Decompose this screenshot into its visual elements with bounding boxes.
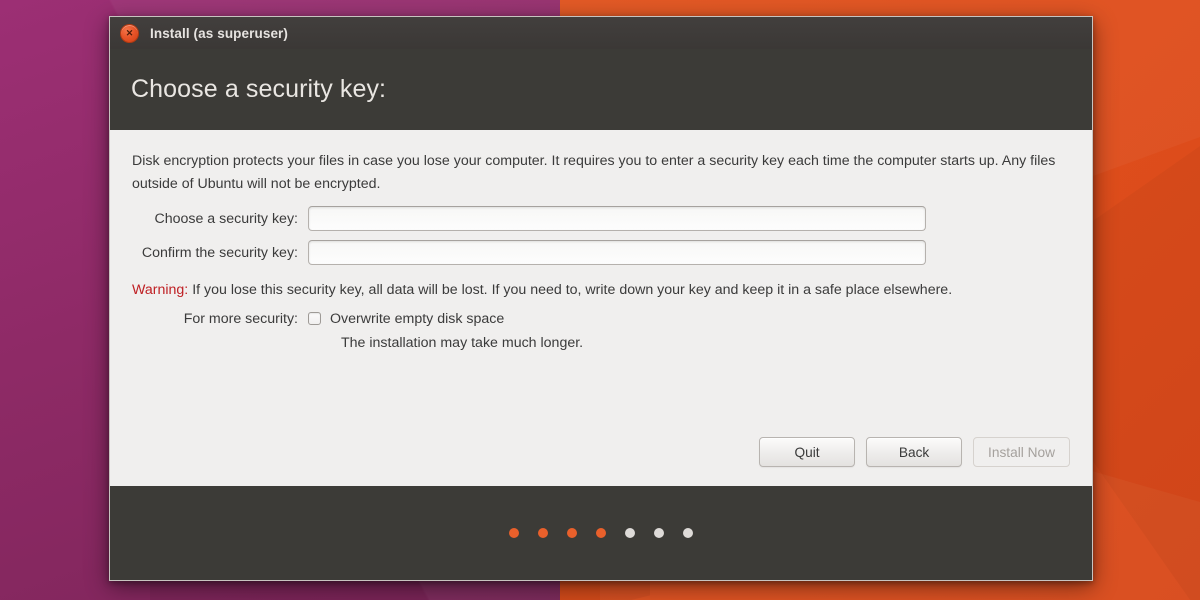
confirm-key-input[interactable] [308,240,926,266]
installation-duration-note: The installation may take much longer. [341,334,584,351]
step-dot-1 [509,528,519,538]
overwrite-disk-label[interactable]: Overwrite empty disk space [330,311,504,327]
warning-label: Warning: [132,282,189,299]
installer-footer [110,486,1092,580]
action-button-bar: Quit Back Install Now [759,437,1070,467]
confirm-key-row: Confirm the security key: [132,240,1070,266]
security-key-row: Choose a security key: [132,206,1070,232]
description-text: Disk encryption protects your files in c… [132,153,1056,193]
step-progress-dots [509,528,693,538]
confirm-key-label: Confirm the security key: [141,244,298,261]
security-key-input[interactable] [308,206,926,232]
step-dot-5 [625,528,635,538]
step-dot-4 [596,528,606,538]
step-dot-7 [683,528,693,538]
warning-message: Warning: If you lose this security key, … [132,280,1070,301]
window-title: Install (as superuser) [150,25,288,41]
page-heading-band: Choose a security key: [110,49,1092,130]
overwrite-disk-checkbox[interactable] [308,312,321,326]
page-title: Choose a security key: [131,75,387,103]
more-security-row: For more security: Overwrite empty disk … [132,311,1070,327]
warning-text: If you lose this security key, all data … [188,282,953,299]
step-dot-2 [538,528,548,538]
quit-button[interactable]: Quit [759,437,856,467]
security-key-label: Choose a security key: [154,210,298,227]
step-dot-6 [654,528,664,538]
installer-content: Disk encryption protects your files in c… [110,130,1092,486]
close-icon[interactable]: ✕ [120,23,139,43]
back-button[interactable]: Back [866,437,963,467]
step-dot-3 [567,528,577,538]
more-security-label: For more security: [183,310,298,327]
window-titlebar: ✕ Install (as superuser) [110,17,1092,49]
installer-window: ✕ Install (as superuser) Choose a securi… [109,16,1093,581]
install-now-button[interactable]: Install Now [973,437,1070,467]
